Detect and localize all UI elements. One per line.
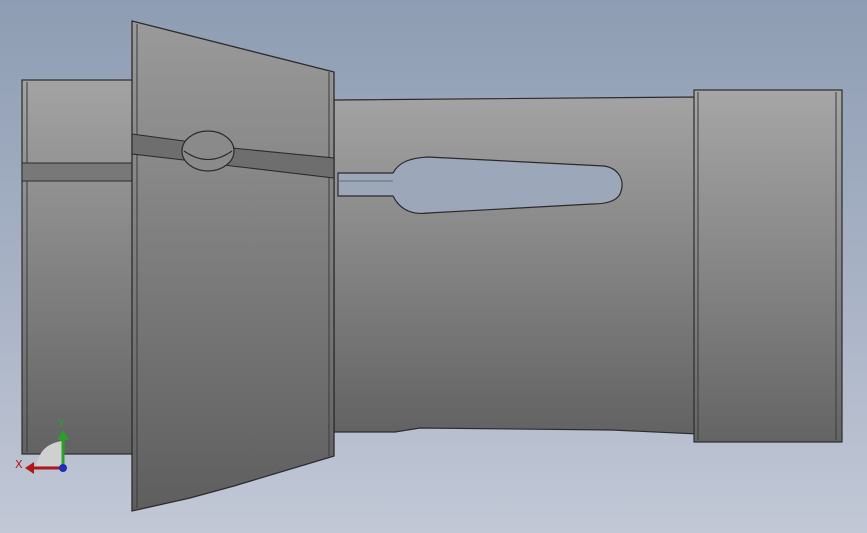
right-ring[interactable] bbox=[693, 89, 843, 443]
x-axis-label: X bbox=[15, 458, 23, 471]
model-canvas[interactable]: Y X bbox=[0, 0, 867, 533]
left-shank[interactable] bbox=[21, 79, 135, 455]
z-axis-dot-icon bbox=[59, 464, 67, 472]
x-arrowhead-icon bbox=[25, 462, 34, 474]
3d-viewport[interactable]: Y X bbox=[0, 0, 867, 533]
y-axis-label: Y bbox=[57, 417, 65, 430]
front-cone[interactable] bbox=[131, 20, 335, 512]
center-body[interactable] bbox=[333, 96, 699, 435]
